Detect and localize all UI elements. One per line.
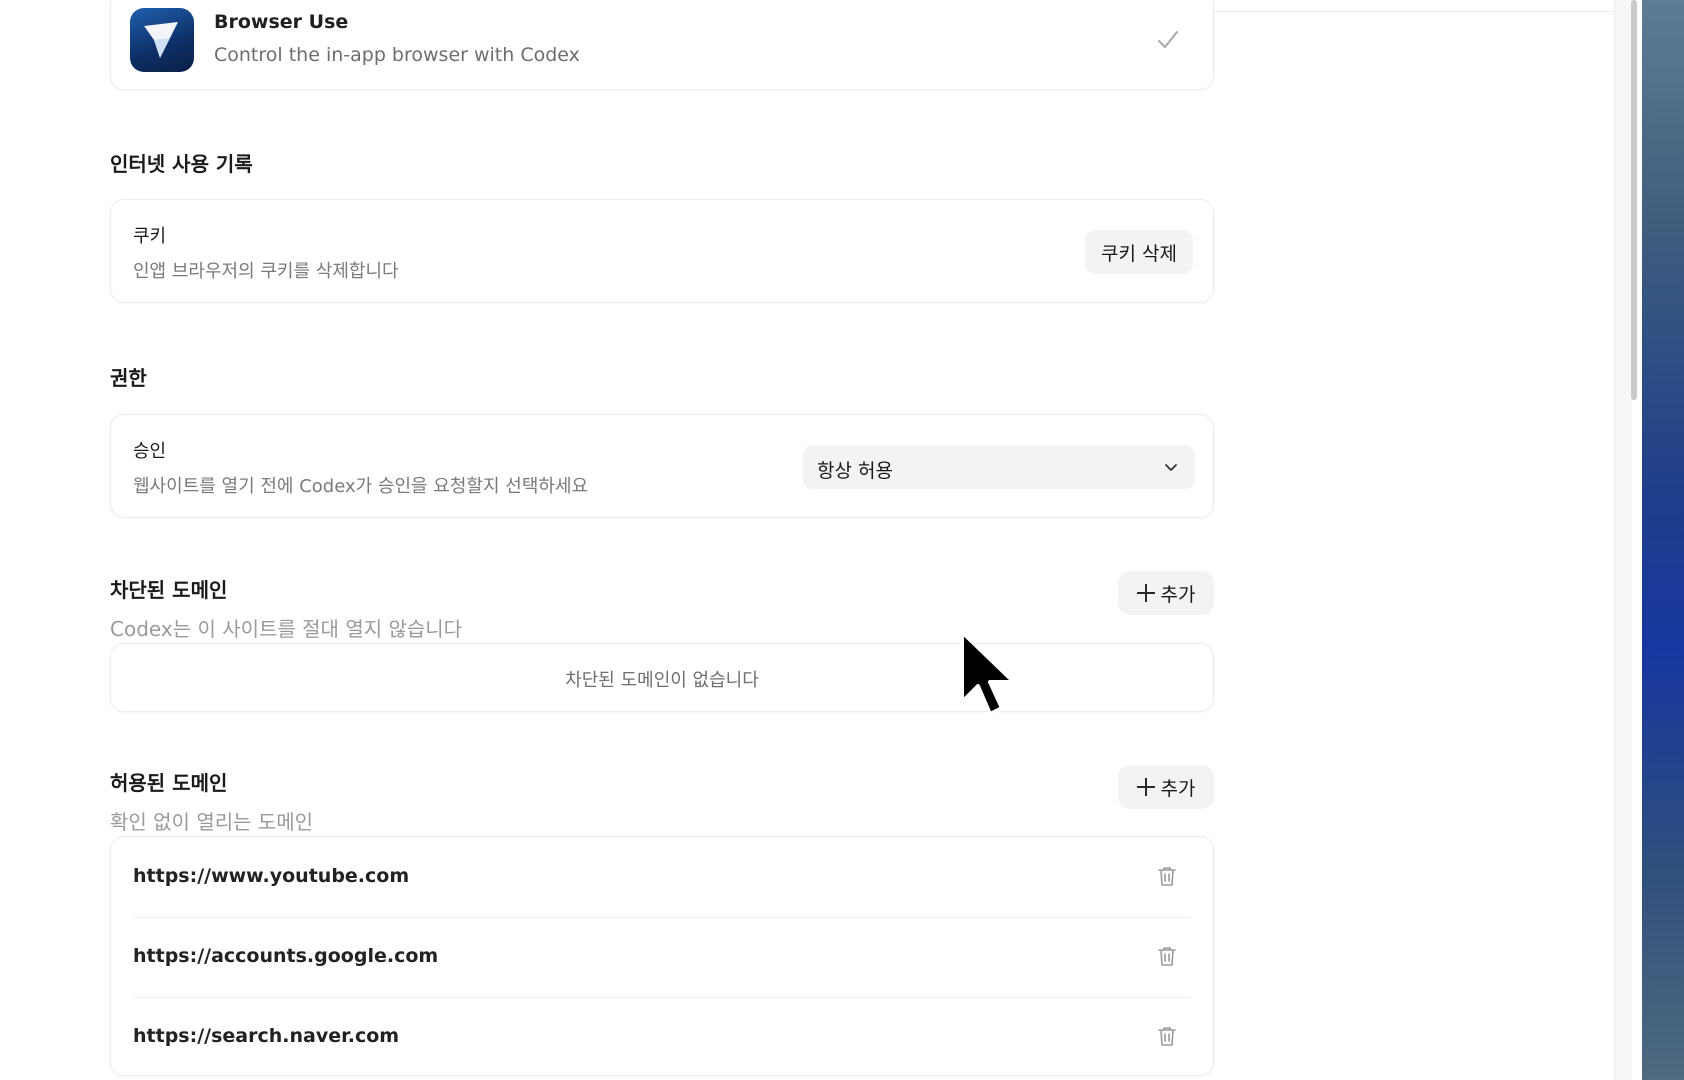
list-item: https://search.naver.com xyxy=(111,997,1213,1077)
approval-select-value: 항상 허용 xyxy=(817,460,893,482)
plugin-name: Browser Use xyxy=(214,11,349,33)
scrollbar-thumb[interactable] xyxy=(1631,0,1637,400)
delete-cookies-button[interactable]: 쿠키 삭제 xyxy=(1085,230,1193,274)
approval-title: 승인 xyxy=(133,441,167,462)
section-title-history: 인터넷 사용 기록 xyxy=(110,152,253,176)
section-title-blocked-domains: 차단된 도메인 xyxy=(110,578,228,602)
list-item: https://www.youtube.com xyxy=(111,837,1213,917)
section-title-permissions: 권한 xyxy=(110,366,147,390)
cookies-title: 쿠키 xyxy=(133,226,167,247)
desktop-background xyxy=(1642,0,1684,1080)
settings-page: Browser Use Control the in-app browser w… xyxy=(0,0,1614,1080)
add-allowed-domain-label: 추가 xyxy=(1160,777,1196,800)
browser-use-logo-icon xyxy=(130,8,194,72)
chevron-down-icon xyxy=(1163,459,1179,475)
trash-icon[interactable] xyxy=(1157,945,1177,967)
add-blocked-domain-label: 추가 xyxy=(1160,583,1196,606)
mouse-cursor-icon xyxy=(958,628,1030,724)
domain-url: https://search.naver.com xyxy=(133,1025,400,1047)
divider xyxy=(1210,11,1614,12)
approval-card: 승인 웹사이트를 열기 전에 Codex가 승인을 요청할지 선택하세요 항상 … xyxy=(110,414,1214,518)
section-title-allowed-domains: 허용된 도메인 xyxy=(110,771,228,795)
domain-url: https://www.youtube.com xyxy=(133,865,410,887)
plugin-card[interactable]: Browser Use Control the in-app browser w… xyxy=(110,0,1214,90)
cookies-description: 인앱 브라우저의 쿠키를 삭제합니다 xyxy=(133,261,399,282)
add-blocked-domain-button[interactable]: 추가 xyxy=(1118,571,1214,615)
list-item: https://accounts.google.com xyxy=(111,917,1213,997)
approval-description: 웹사이트를 열기 전에 Codex가 승인을 요청할지 선택하세요 xyxy=(133,476,589,497)
approval-select[interactable]: 항상 허용 xyxy=(803,445,1195,489)
allowed-domains-list: https://www.youtube.com https://accounts… xyxy=(110,836,1214,1076)
add-allowed-domain-button[interactable]: 추가 xyxy=(1118,765,1214,809)
scrollbar[interactable] xyxy=(1614,0,1632,1080)
plus-icon xyxy=(1136,778,1155,796)
domain-url: https://accounts.google.com xyxy=(133,945,439,967)
blocked-domains-list: 차단된 도메인이 없습니다 xyxy=(110,643,1214,712)
plus-icon xyxy=(1136,584,1155,602)
trash-icon[interactable] xyxy=(1157,865,1177,887)
trash-icon[interactable] xyxy=(1157,1025,1177,1047)
plugin-description: Control the in-app browser with Codex xyxy=(214,44,580,66)
blocked-domains-empty: 차단된 도메인이 없습니다 xyxy=(565,670,759,691)
allowed-domains-subtitle: 확인 없이 열리는 도메인 xyxy=(110,810,314,834)
cookies-card: 쿠키 인앱 브라우저의 쿠키를 삭제합니다 쿠키 삭제 xyxy=(110,199,1214,303)
checkmark-icon xyxy=(1157,29,1179,51)
blocked-domains-subtitle: Codex는 이 사이트를 절대 열지 않습니다 xyxy=(110,617,463,641)
